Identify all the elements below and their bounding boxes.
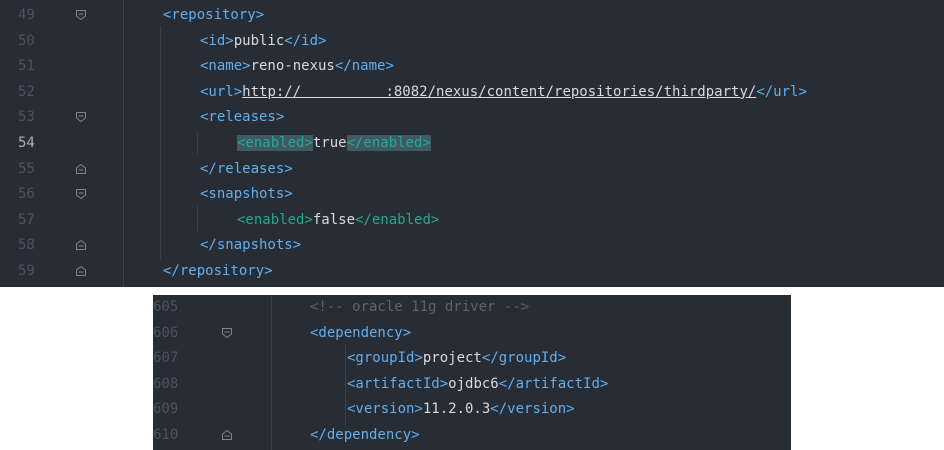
code-line[interactable]: 52 <url>http:// :8082/nexus/content/repos… (0, 80, 944, 106)
xml-tag: </enabled> (355, 211, 440, 228)
code-line[interactable]: 53 <releases> (0, 105, 944, 131)
xml-tag: </repository> (163, 263, 273, 279)
code-text: <groupId>project</groupId> (347, 346, 566, 372)
code-editor-bottom[interactable]: 605 <!-- oracle 11g driver --> 606 <depende… (153, 295, 791, 450)
fold-close-icon[interactable] (75, 163, 87, 175)
line-number: 50 (18, 32, 35, 49)
line-number: 59 (18, 263, 35, 279)
code-line[interactable]: 59 </repository> (0, 259, 944, 285)
xml-tag: <url> (200, 83, 243, 100)
code-line[interactable]: 51 <name>reno-nexus</name> (0, 54, 944, 80)
xml-tag: </snapshots> (200, 237, 302, 254)
fold-close-icon[interactable] (221, 429, 233, 441)
xml-comment: <!-- oracle 11g driver --> (310, 299, 530, 315)
xml-tag: <dependency> (310, 324, 412, 341)
code-text: <enabled>false</enabled> (237, 208, 439, 234)
xml-value: true (312, 135, 347, 151)
code-text: </releases> (200, 157, 293, 183)
code-text: </snapshots> (200, 233, 301, 259)
fold-open-icon[interactable] (221, 327, 233, 339)
fold-close-icon[interactable] (75, 239, 87, 251)
line-number: 609 (153, 401, 179, 418)
code-line[interactable]: 608 <artifactId>ojdbc6</artifactId> (153, 372, 791, 398)
code-line[interactable]: 55 </releases> (0, 157, 944, 183)
xml-tag: <enabled> (237, 211, 313, 228)
code-text: <releases> (200, 105, 284, 131)
line-number: 56 (18, 186, 35, 203)
line-number: 57 (18, 211, 35, 228)
xml-tag: <artifactId> (347, 375, 449, 392)
code-text: <version>11.2.0.3</version> (347, 397, 575, 423)
xml-tag: </name> (334, 58, 394, 75)
code-text: <enabled>true</enabled> (237, 131, 431, 157)
code-editor-top[interactable]: 49 <repository> 50 <id>public</id> 51 <name>r… (0, 0, 944, 287)
code-text: <repository> (163, 3, 264, 29)
code-line[interactable]: 606 <dependency> (153, 321, 791, 347)
code-text: <!-- oracle 11g driver --> (310, 295, 529, 321)
xml-tag: <version> (347, 401, 423, 418)
code-text: </dependency> (310, 423, 420, 449)
line-number: 610 (153, 427, 179, 443)
line-number: 607 (153, 350, 179, 367)
line-number: 54 (18, 135, 35, 151)
line-number: 55 (18, 160, 35, 177)
xml-tag: <enabled> (237, 135, 313, 151)
xml-tag: <name> (200, 58, 251, 75)
code-line[interactable]: 607 <groupId>project</groupId> (153, 346, 791, 372)
xml-value: ojdbc6 (448, 375, 499, 392)
xml-tag: </releases> (200, 160, 293, 177)
xml-value: http:// :8082/nexus/content/repositories… (242, 83, 757, 100)
xml-tag: </id> (284, 32, 327, 49)
code-text: </repository> (163, 259, 273, 285)
code-line[interactable]: 605 <!-- oracle 11g driver --> (153, 295, 791, 321)
code-line[interactable]: 54 <enabled>true</enabled> (0, 131, 944, 157)
line-number: 53 (18, 109, 35, 126)
code-line[interactable]: 609 <version>11.2.0.3</version> (153, 397, 791, 423)
xml-tag: </groupId> (481, 350, 567, 367)
line-number: 608 (153, 375, 179, 392)
code-text: <snapshots> (200, 182, 293, 208)
xml-tag: </enabled> (346, 135, 431, 151)
code-line[interactable]: 56 <snapshots> (0, 182, 944, 208)
line-number: 49 (18, 7, 35, 23)
xml-tag: </dependency> (310, 427, 420, 443)
xml-value: project (422, 350, 482, 367)
code-line[interactable]: 57 <enabled>false</enabled> (0, 208, 944, 234)
fold-open-icon[interactable] (75, 111, 87, 123)
xml-tag: <releases> (200, 109, 285, 126)
code-line[interactable]: 49 <repository> (0, 3, 944, 29)
code-text: <artifactId>ojdbc6</artifactId> (347, 372, 608, 398)
xml-tag: </version> (490, 401, 575, 418)
code-line[interactable]: 610 </dependency> (153, 423, 791, 449)
fold-open-icon[interactable] (75, 188, 87, 200)
xml-tag: <snapshots> (200, 186, 293, 203)
line-number: 58 (18, 237, 35, 254)
line-number: 52 (18, 83, 35, 100)
xml-tag: </url> (756, 83, 807, 100)
code-text: <url>http:// :8082/nexus/content/reposit… (200, 80, 807, 106)
line-number: 51 (18, 58, 35, 75)
line-number: 605 (153, 299, 179, 315)
code-text: <id>public</id> (200, 29, 326, 55)
xml-tag: <repository> (163, 7, 265, 23)
xml-value: reno-nexus (250, 58, 335, 75)
fold-open-icon[interactable] (75, 9, 87, 21)
code-line[interactable]: 50 <id>public</id> (0, 29, 944, 55)
xml-tag: </artifactId> (498, 375, 609, 392)
code-text: <dependency> (310, 321, 411, 347)
code-text: <name>reno-nexus</name> (200, 54, 394, 80)
xml-tag: <id> (200, 32, 234, 49)
xml-value: public (233, 32, 285, 49)
code-line[interactable]: 58 </snapshots> (0, 233, 944, 259)
xml-value: false (312, 211, 356, 228)
xml-tag: <groupId> (347, 350, 423, 367)
fold-close-icon[interactable] (75, 265, 87, 277)
line-number: 606 (153, 324, 179, 341)
xml-value: 11.2.0.3 (422, 401, 491, 418)
